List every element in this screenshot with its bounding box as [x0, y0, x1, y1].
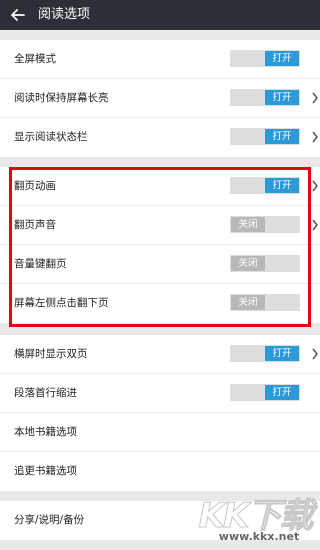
- back-arrow-icon[interactable]: [9, 6, 27, 24]
- watermark-logo: KK下载 www.kkx.net: [196, 488, 314, 546]
- highlight-box: [9, 167, 311, 327]
- landscape-double-toggle[interactable]: 打开: [230, 345, 300, 362]
- fullscreen-toggle[interactable]: 打开: [230, 50, 300, 67]
- setting-label: 阅读时保持屏幕长亮: [14, 92, 109, 104]
- chevron-right-icon: [312, 131, 318, 143]
- settings-group-layout: 横屏时显示双页 打开 段落首行缩进 打开 本地书籍选项 追更书籍选项: [0, 335, 320, 491]
- watermark-url: www.kkx.net: [218, 530, 300, 543]
- keep-screen-on-toggle[interactable]: 打开: [230, 89, 300, 106]
- setting-row-local-books[interactable]: 本地书籍选项: [0, 413, 320, 452]
- toggle-state: 打开: [265, 385, 299, 400]
- chevron-right-icon: [312, 219, 318, 231]
- chevron-right-icon: [312, 348, 318, 360]
- setting-label: 本地书籍选项: [14, 426, 77, 438]
- status-bar-toggle[interactable]: 打开: [230, 128, 300, 145]
- setting-row-landscape-double[interactable]: 横屏时显示双页 打开: [0, 335, 320, 374]
- toggle-state: 打开: [265, 346, 299, 361]
- toggle-state: 打开: [265, 90, 299, 105]
- chevron-right-icon: [312, 180, 318, 192]
- toggle-state: 打开: [265, 51, 299, 66]
- setting-row-indent[interactable]: 段落首行缩进 打开: [0, 374, 320, 413]
- setting-label: 段落首行缩进: [14, 387, 77, 399]
- chevron-right-icon: [312, 92, 318, 104]
- settings-group-display: 全屏模式 打开 阅读时保持屏幕长亮 打开 显示阅读状态栏 打开: [0, 40, 320, 157]
- setting-row-status-bar[interactable]: 显示阅读状态栏 打开: [0, 118, 320, 157]
- top-bar: 阅读选项: [0, 0, 320, 30]
- setting-label: 全屏模式: [14, 53, 56, 65]
- setting-label: 横屏时显示双页: [14, 348, 88, 360]
- indent-toggle[interactable]: 打开: [230, 384, 300, 401]
- setting-label: 分享/说明/备份: [14, 514, 85, 526]
- page-title: 阅读选项: [38, 7, 91, 22]
- setting-label: 显示阅读状态栏: [14, 131, 88, 143]
- setting-label: 追更书籍选项: [14, 465, 77, 477]
- setting-row-keep-screen-on[interactable]: 阅读时保持屏幕长亮 打开: [0, 79, 320, 118]
- setting-row-follow-books[interactable]: 追更书籍选项: [0, 452, 320, 491]
- setting-row-fullscreen[interactable]: 全屏模式 打开: [0, 40, 320, 79]
- toggle-state: 打开: [265, 129, 299, 144]
